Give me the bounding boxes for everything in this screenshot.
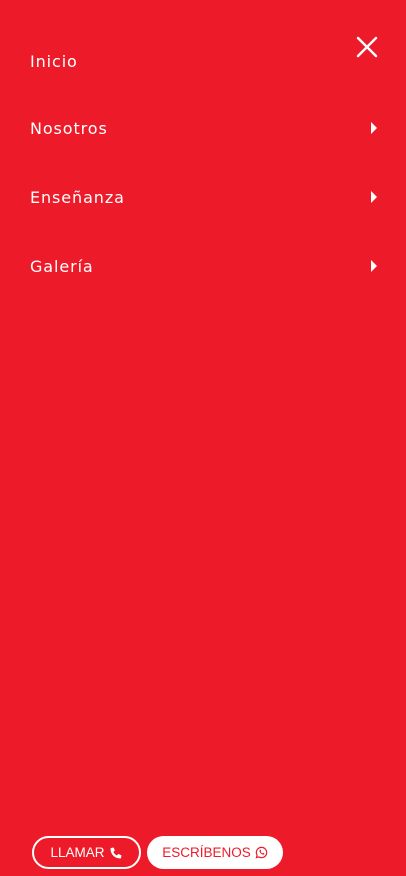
contact-actions: LLAMAR ESCRÍBENOS [32,836,283,870]
whatsapp-button[interactable]: ESCRÍBENOS [147,836,283,869]
mobile-menu-panel: Inicio Nosotros Enseñanza Galería LLAMAR [0,0,406,876]
call-button[interactable]: LLAMAR [32,836,141,869]
menu-item-ensenanza[interactable]: Enseñanza [30,182,380,212]
menu-item-inicio[interactable]: Inicio [30,46,380,76]
caret-right-icon[interactable] [370,121,378,135]
menu-item-label: Enseñanza [30,187,125,207]
caret-right-icon[interactable] [370,190,378,204]
whatsapp-button-label: ESCRÍBENOS [162,845,251,860]
menu-item-galeria[interactable]: Galería [30,251,380,281]
phone-icon [110,847,121,858]
caret-right-icon[interactable] [370,259,378,273]
whatsapp-icon [255,846,268,859]
menu-item-label: Nosotros [30,118,108,138]
menu-item-label: Galería [30,256,94,276]
menu-item-label: Inicio [30,51,78,71]
menu-item-nosotros[interactable]: Nosotros [30,113,380,143]
call-button-label: LLAMAR [50,845,105,860]
